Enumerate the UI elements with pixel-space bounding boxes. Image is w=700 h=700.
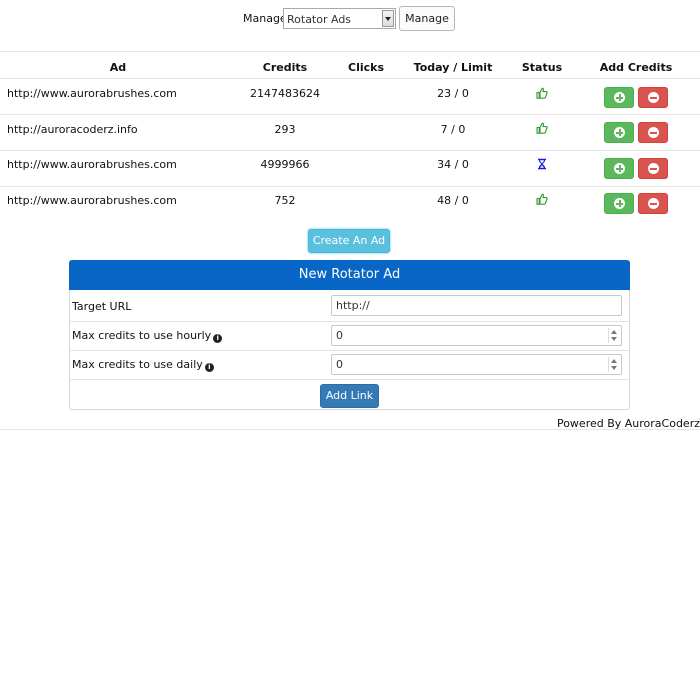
header-ad: Ad (109, 61, 127, 74)
hourglass-icon (538, 158, 546, 170)
ad-url: http://www.aurorabrushes.com (7, 194, 177, 207)
ad-url: http://auroracoderz.info (7, 123, 138, 136)
hourly-credits-input[interactable]: 0 (331, 325, 622, 346)
plus-icon (614, 127, 625, 138)
minus-icon (648, 127, 659, 138)
ad-credits: 2147483624 (250, 87, 320, 100)
table-divider (0, 114, 700, 115)
manage-select-value: Rotator Ads (287, 13, 352, 26)
minus-icon (648, 163, 659, 174)
header-today-limit: Today / Limit (413, 61, 493, 74)
table-divider (0, 150, 700, 151)
form-divider (70, 321, 629, 322)
table-divider (0, 78, 700, 79)
daily-credits-input[interactable]: 0 (331, 354, 622, 375)
header-status: Status (521, 61, 563, 74)
info-icon[interactable]: i (204, 363, 214, 372)
ad-credits: 752 (274, 194, 296, 207)
spinner-icon[interactable] (608, 328, 619, 343)
hourly-credits-label-text: Max credits to use hourly (72, 329, 212, 342)
plus-icon (614, 198, 625, 209)
target-url-input[interactable]: http:// (331, 295, 622, 316)
ad-today-limit: 34 / 0 (437, 158, 469, 171)
ad-credits: 293 (274, 123, 296, 136)
new-ad-form: New Rotator Ad Target URL http:// Max cr… (69, 260, 630, 410)
header-add-credits: Add Credits (599, 61, 673, 74)
create-ad-button[interactable]: Create An Ad (308, 229, 390, 253)
minus-icon (648, 198, 659, 209)
ad-today-limit: 48 / 0 (437, 194, 469, 207)
manage-bar: Manage: Rotator Ads Manage (0, 6, 700, 32)
thumbs-up-icon (536, 122, 548, 134)
add-credits-button[interactable] (604, 87, 634, 108)
plus-icon (614, 92, 625, 103)
add-credits-button[interactable] (604, 193, 634, 214)
thumbs-up-icon (536, 87, 548, 99)
add-link-button[interactable]: Add Link (320, 384, 379, 408)
add-credits-button[interactable] (604, 122, 634, 143)
target-url-label: Target URL (72, 300, 132, 313)
ad-today-limit: 7 / 0 (440, 123, 466, 136)
chevron-down-icon[interactable] (382, 10, 394, 27)
manage-select[interactable]: Rotator Ads (283, 8, 396, 29)
ad-url: http://www.aurorabrushes.com (7, 158, 177, 171)
daily-credits-value: 0 (336, 358, 343, 371)
info-icon[interactable]: i (213, 334, 223, 343)
table-divider (0, 186, 700, 187)
ad-credits: 4999966 (260, 158, 310, 171)
ad-url: http://www.aurorabrushes.com (7, 87, 177, 100)
remove-credits-button[interactable] (638, 193, 668, 214)
daily-credits-label-text: Max credits to use daily (72, 358, 203, 371)
minus-icon (648, 92, 659, 103)
manage-button[interactable]: Manage (399, 6, 455, 31)
plus-icon (614, 163, 625, 174)
remove-credits-button[interactable] (638, 87, 668, 108)
daily-credits-label: Max credits to use daily i (72, 358, 214, 372)
form-divider (70, 379, 629, 380)
remove-credits-button[interactable] (638, 122, 668, 143)
header-clicks: Clicks (348, 61, 384, 74)
form-divider (70, 350, 629, 351)
hourly-credits-value: 0 (336, 329, 343, 342)
thumbs-up-icon (536, 193, 548, 205)
footer-divider (0, 429, 700, 430)
table-divider (0, 51, 700, 52)
remove-credits-button[interactable] (638, 158, 668, 179)
ad-today-limit: 23 / 0 (437, 87, 469, 100)
hourly-credits-label: Max credits to use hourly i (72, 329, 223, 343)
add-credits-button[interactable] (604, 158, 634, 179)
spinner-icon[interactable] (608, 357, 619, 372)
form-title: New Rotator Ad (69, 260, 630, 290)
header-credits: Credits (262, 61, 308, 74)
